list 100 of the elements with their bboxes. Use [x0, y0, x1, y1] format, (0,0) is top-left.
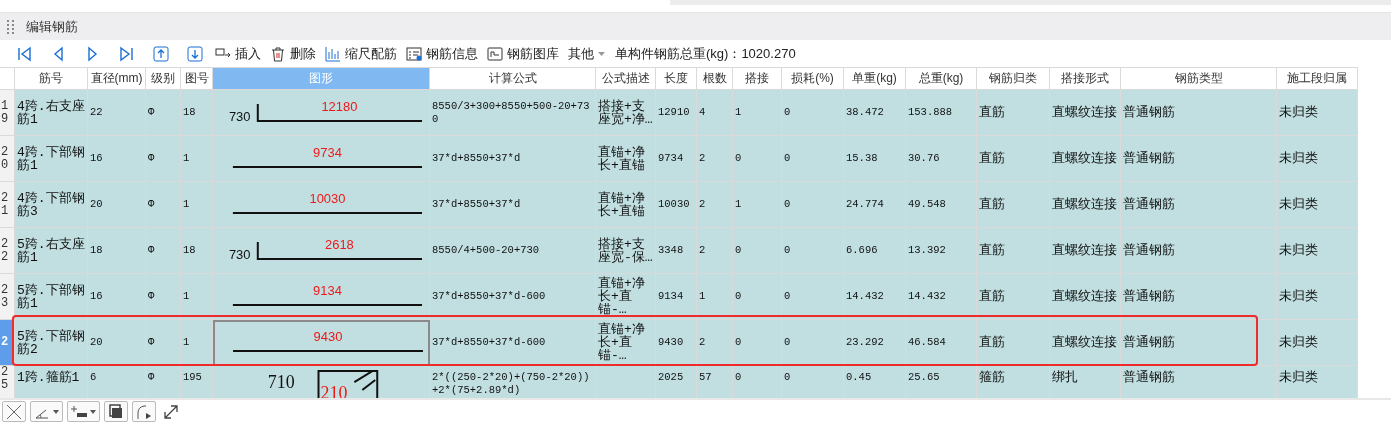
- table-cell: 57: [697, 366, 733, 398]
- dropdown-button[interactable]: 其他: [565, 42, 608, 65]
- table-cell: 24.774: [844, 182, 906, 228]
- column-header[interactable]: 总重(kg): [906, 67, 977, 90]
- table-cell: 直筋: [977, 90, 1050, 136]
- table-cell: 37*d+8550+37*d: [430, 182, 596, 228]
- table-cell: 15.38: [844, 136, 906, 182]
- dimension-label: 9134: [313, 282, 342, 298]
- first-record-icon: [17, 45, 33, 62]
- table-cell: 直锚+净长+直锚-…: [596, 320, 656, 366]
- column-header[interactable]: 公式描述: [596, 67, 656, 90]
- table-cell: 直筋: [977, 228, 1050, 274]
- table-cell: 22: [88, 90, 146, 136]
- grade-symbol: Φ: [146, 90, 181, 136]
- dimension-label: 710: [267, 372, 295, 392]
- toolbar-button[interactable]: 删除: [267, 42, 319, 65]
- panel-title: 编辑钢筋: [26, 17, 78, 36]
- table-cell: 4跨.右支座筋1: [15, 90, 88, 136]
- close-button[interactable]: [2, 401, 26, 422]
- dimension-label: 730: [228, 108, 251, 124]
- table-cell: 1跨.箍筋1: [15, 366, 88, 398]
- table-cell: 普通钢筋: [1121, 90, 1277, 136]
- row-number[interactable]: 19: [0, 90, 15, 136]
- row-number[interactable]: 25: [0, 366, 15, 398]
- grade-symbol: Φ: [146, 274, 181, 320]
- table-cell: 9134: [656, 274, 697, 320]
- toolbar-button[interactable]: 钢筋信息: [403, 42, 481, 65]
- column-header[interactable]: 搭接形式: [1050, 67, 1121, 90]
- column-header[interactable]: 施工段归属: [1277, 67, 1358, 90]
- table-cell: 8550/4+500-20+730: [430, 228, 596, 274]
- dimension-label: 2618: [325, 236, 354, 252]
- curve-tool-button[interactable]: [132, 401, 156, 422]
- table-cell: 直锚+净长+直锚-…: [596, 274, 656, 320]
- table-cell: 绑扎: [1050, 366, 1121, 398]
- table-cell: 直锚+净长+直锚: [596, 182, 656, 228]
- row-number[interactable]: 20: [0, 136, 15, 182]
- toolbar-button[interactable]: 缩尺配筋: [322, 42, 400, 65]
- column-header[interactable]: 图号: [181, 67, 213, 90]
- grade-symbol: Φ: [146, 228, 181, 274]
- column-header[interactable]: 根数: [697, 67, 733, 90]
- table-cell: 2: [697, 228, 733, 274]
- row-number[interactable]: 23: [0, 274, 15, 320]
- table-cell: 搭接+支座宽+净…: [596, 90, 656, 136]
- table-cell: 0: [782, 366, 844, 398]
- table-cell: 14.432: [906, 274, 977, 320]
- table-cell: 13.392: [906, 228, 977, 274]
- column-header[interactable]: 计算公式: [430, 67, 596, 90]
- grade-symbol: Φ: [146, 136, 181, 182]
- column-header[interactable]: 钢筋归类: [977, 67, 1050, 90]
- caret-icon: [53, 409, 59, 414]
- table-cell: 37*d+8550+37*d-600: [430, 320, 596, 366]
- table-cell: 直锚+净长+直锚: [596, 136, 656, 182]
- table-cell: 直螺纹连接: [1050, 228, 1121, 274]
- table-cell: 18: [88, 228, 146, 274]
- table-cell: 4: [697, 90, 733, 136]
- table-cell: 普通钢筋: [1121, 274, 1277, 320]
- caret-icon: [90, 409, 96, 414]
- table-cell: 0: [733, 274, 782, 320]
- add-line-button[interactable]: [67, 401, 100, 422]
- table-cell: 直螺纹连接: [1050, 90, 1121, 136]
- table-cell: 未归类: [1277, 228, 1358, 274]
- row-number[interactable]: 21: [0, 182, 15, 228]
- table-cell: 未归类: [1277, 320, 1358, 366]
- table-cell: 1: [181, 182, 213, 228]
- table-cell: 0: [733, 320, 782, 366]
- column-header[interactable]: 长度: [656, 67, 697, 90]
- table-cell: 1: [697, 274, 733, 320]
- table-cell: 0: [782, 182, 844, 228]
- table-cell: 0: [733, 228, 782, 274]
- column-header[interactable]: 损耗(%): [782, 67, 844, 90]
- table-cell: 普通钢筋: [1121, 228, 1277, 274]
- last-record-icon: [119, 45, 135, 62]
- column-header[interactable]: 级别: [146, 67, 181, 90]
- trash-icon: [270, 45, 286, 62]
- copy-tool-button[interactable]: [104, 401, 128, 422]
- table-cell: 0: [782, 320, 844, 366]
- total-weight-label: 单构件钢筋总重(kg)：1020.270: [615, 44, 796, 63]
- table-cell: 箍筋: [977, 366, 1050, 398]
- toolbar-button[interactable]: 钢筋图库: [484, 42, 562, 65]
- close-icon: [6, 403, 22, 420]
- table-cell: 14.432: [844, 274, 906, 320]
- table-cell: 2: [697, 182, 733, 228]
- column-header[interactable]: 搭接: [733, 67, 782, 90]
- toolbar-button[interactable]: 插入: [212, 42, 264, 65]
- table-cell: 3348: [656, 228, 697, 274]
- column-header[interactable]: 钢筋类型: [1121, 67, 1277, 90]
- column-header[interactable]: 单重(kg): [844, 67, 906, 90]
- table-cell: 2025: [656, 366, 697, 398]
- table-cell: 直筋: [977, 136, 1050, 182]
- table-cell: 18: [181, 90, 213, 136]
- column-header[interactable]: 筋号: [15, 67, 88, 90]
- table-cell: 1: [733, 182, 782, 228]
- table-cell: 4跨.下部钢筋1: [15, 136, 88, 182]
- table-cell: 1: [181, 136, 213, 182]
- grade-symbol: Φ: [146, 366, 181, 398]
- row-number[interactable]: 22: [0, 228, 15, 274]
- column-header[interactable]: 直径(mm): [88, 67, 146, 90]
- table-cell: 直筋: [977, 182, 1050, 228]
- table-cell: 195: [181, 366, 213, 398]
- angle-tool-button[interactable]: [30, 401, 63, 422]
